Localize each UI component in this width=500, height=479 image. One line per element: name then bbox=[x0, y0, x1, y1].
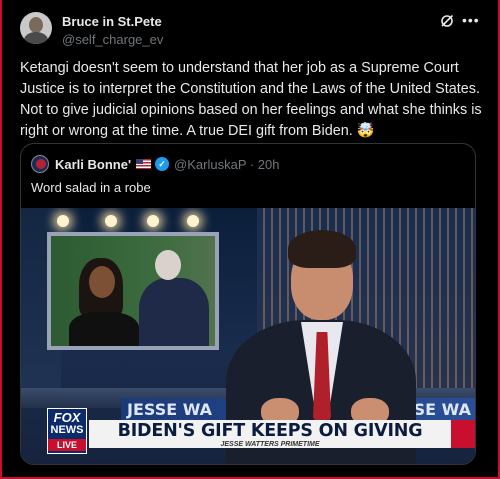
background-banner-left-text: JESSE WA bbox=[127, 399, 213, 419]
quoted-post-media-image[interactable]: JESSE WA SE WA FOX NEWS LIVE BIDEN'S GIF… bbox=[21, 208, 475, 464]
quoted-author-handle-time[interactable]: @KarluskaP · 20h bbox=[174, 157, 279, 172]
quoted-post-text: Word salad in a robe bbox=[31, 180, 151, 195]
live-badge: LIVE bbox=[48, 439, 86, 451]
news-logo-text: NEWS bbox=[50, 424, 84, 436]
fox-logo-text: FOX bbox=[53, 410, 81, 425]
more-icon[interactable]: ••• bbox=[462, 12, 480, 28]
chyron-accent bbox=[451, 420, 475, 448]
news-chyron: BIDEN'S GIFT KEEPS ON GIVING JESSE WATTE… bbox=[89, 420, 451, 448]
author-avatar[interactable] bbox=[20, 12, 52, 44]
studio-monitor bbox=[47, 232, 219, 350]
author-display-name[interactable]: Bruce in St.Pete bbox=[62, 14, 163, 29]
studio-light bbox=[105, 215, 117, 227]
fox-news-logo: FOX NEWS LIVE bbox=[47, 408, 87, 454]
host-hair bbox=[288, 230, 356, 268]
author-names: Bruce in St.Pete @self_charge_ev bbox=[62, 14, 163, 47]
post-header: Bruce in St.Pete @self_charge_ev ••• bbox=[20, 12, 480, 52]
quoted-post[interactable]: Karli Bonne' ✓ @KarluskaP · 20h Word sal… bbox=[20, 143, 476, 465]
verified-icon: ✓ bbox=[155, 157, 170, 171]
post-text: Ketangi doesn't seem to understand that … bbox=[20, 60, 482, 139]
grok-icon[interactable] bbox=[440, 14, 454, 28]
chyron-show-name: JESSE WATTERS PRIMETIME bbox=[220, 441, 320, 448]
quoted-post-header: Karli Bonne' ✓ @KarluskaP · 20h bbox=[31, 154, 280, 174]
quoted-author-name[interactable]: Karli Bonne' bbox=[55, 157, 131, 172]
studio-light bbox=[57, 215, 69, 227]
quoted-author-avatar[interactable] bbox=[31, 155, 49, 173]
chyron-headline: BIDEN'S GIFT KEEPS ON GIVING bbox=[117, 421, 423, 441]
studio-light bbox=[187, 215, 199, 227]
studio-light bbox=[147, 215, 159, 227]
author-handle[interactable]: @self_charge_ev bbox=[62, 32, 163, 47]
background-banner-right-text: SE WA bbox=[413, 399, 471, 419]
us-flag-icon bbox=[136, 159, 152, 169]
